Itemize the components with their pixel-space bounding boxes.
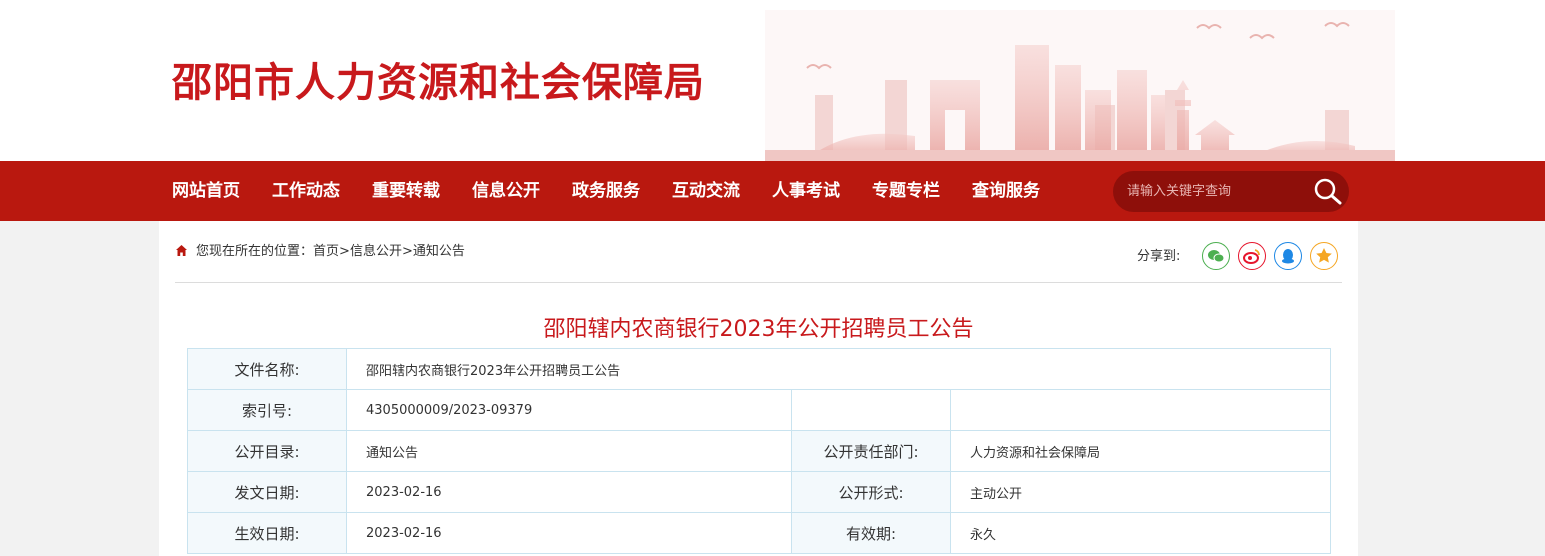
- nav-item-personnel-exam[interactable]: 人事考试: [772, 161, 840, 221]
- catalog-value: 通知公告: [346, 430, 792, 472]
- validity-label: 有效期:: [791, 512, 951, 554]
- dept-label: 公开责任部门:: [791, 430, 951, 472]
- index-value: 4305000009/2023-09379: [346, 389, 792, 431]
- header: 邵阳市人力资源和社会保障局: [0, 0, 1545, 161]
- share-qzone-button[interactable]: [1310, 242, 1338, 270]
- empty-cell: [791, 389, 951, 431]
- weibo-icon: [1243, 249, 1260, 264]
- nav-item-gov-services[interactable]: 政务服务: [572, 161, 640, 221]
- breadcrumb-prefix: 您现在所在的位置：: [196, 244, 314, 259]
- table-row: 索引号: 4305000009/2023-09379: [187, 389, 1332, 431]
- breadcrumb: 您现在所在的位置：首页>信息公开>通知公告: [196, 243, 465, 261]
- index-label: 索引号:: [187, 389, 347, 431]
- share-label: 分享到:: [1137, 249, 1181, 264]
- qzone-icon: [1316, 248, 1332, 263]
- qq-icon: [1282, 249, 1294, 264]
- wechat-icon: [1208, 250, 1225, 263]
- form-label: 公开形式:: [791, 471, 951, 513]
- nav-item-info-disclosure[interactable]: 信息公开: [472, 161, 540, 221]
- article-title: 邵阳辖内农商银行2023年公开招聘员工公告: [543, 317, 974, 342]
- date-value: 2023-02-16: [346, 471, 792, 513]
- breadcrumb-info-disclosure[interactable]: 信息公开: [350, 244, 402, 259]
- table-row: 文件名称: 邵阳辖内农商银行2023年公开招聘员工公告: [187, 348, 1332, 390]
- breadcrumb-separator: >: [339, 244, 350, 259]
- search-input[interactable]: [1127, 171, 1307, 212]
- nav-item-work-news[interactable]: 工作动态: [272, 161, 340, 221]
- nav-item-home[interactable]: 网站首页: [172, 161, 240, 221]
- divider: [175, 282, 1342, 283]
- breadcrumb-notices[interactable]: 通知公告: [413, 244, 465, 259]
- form-value: 主动公开: [949, 471, 1332, 513]
- share-weibo-button[interactable]: [1238, 242, 1266, 270]
- info-table: 文件名称: 邵阳辖内农商银行2023年公开招聘员工公告 索引号: 4305000…: [187, 348, 1332, 554]
- skyline-illustration: [765, 10, 1395, 161]
- date-label: 发文日期:: [187, 471, 347, 513]
- site-title[interactable]: 邵阳市人力资源和社会保障局: [172, 50, 705, 108]
- validity-value: 永久: [949, 512, 1332, 554]
- nav-item-interaction[interactable]: 互动交流: [672, 161, 740, 221]
- table-row: 发文日期: 2023-02-16 公开形式: 主动公开: [187, 471, 1332, 513]
- effective-value: 2023-02-16: [346, 512, 792, 554]
- file-name-label: 文件名称:: [187, 348, 347, 390]
- breadcrumb-separator: >: [401, 244, 413, 259]
- breadcrumb-home[interactable]: 首页: [313, 244, 339, 259]
- home-icon: [176, 245, 187, 256]
- share-wechat-button[interactable]: [1202, 242, 1230, 270]
- effective-label: 生效日期:: [187, 512, 347, 554]
- table-row: 公开目录: 通知公告 公开责任部门: 人力资源和社会保障局: [187, 430, 1332, 472]
- empty-cell: [949, 389, 1332, 431]
- nav-item-reprints[interactable]: 重要转载: [372, 161, 440, 221]
- catalog-label: 公开目录:: [187, 430, 347, 472]
- dept-value: 人力资源和社会保障局: [949, 430, 1332, 472]
- nav-item-query-services[interactable]: 查询服务: [972, 161, 1040, 221]
- share-qq-button[interactable]: [1274, 242, 1302, 270]
- nav-item-special-topics[interactable]: 专题专栏: [872, 161, 940, 221]
- file-name-value: 邵阳辖内农商银行2023年公开招聘员工公告: [345, 348, 1332, 390]
- search-icon[interactable]: [1313, 177, 1343, 205]
- table-row: 生效日期: 2023-02-16 有效期: 永久: [187, 512, 1332, 554]
